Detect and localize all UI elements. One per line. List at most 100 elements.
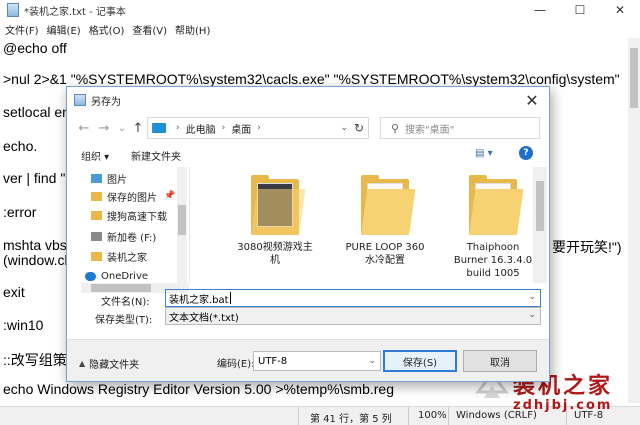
navigation-bar: ← → ⌄ ↑ › 此电脑 › 桌面 › ⌄ ↻ ⚲ 搜索"桌面" bbox=[67, 115, 549, 141]
hide-folders-label: 隐藏文件夹 bbox=[89, 360, 140, 371]
scrollbar-thumb[interactable] bbox=[91, 284, 151, 292]
folder-icon bbox=[91, 210, 102, 220]
pane-divider[interactable] bbox=[189, 167, 190, 283]
cloud-icon bbox=[85, 271, 96, 281]
encoding-select[interactable]: UTF-8 ⌄ bbox=[253, 351, 381, 371]
breadcrumb-this-pc[interactable]: 此电脑 bbox=[186, 121, 216, 136]
watermark-url: zdhjbj.com bbox=[513, 398, 613, 413]
text-line-fragment: 要开玩笑!") bbox=[552, 239, 622, 255]
dialog-app-icon bbox=[74, 94, 86, 106]
folder-icon bbox=[361, 175, 416, 235]
nav-item-zhuangjizhijia[interactable]: 装机之家 bbox=[91, 247, 147, 265]
file-item[interactable]: 3080视频游戏主机 bbox=[235, 175, 315, 267]
breadcrumb-desktop[interactable]: 桌面 bbox=[231, 121, 251, 136]
dialog-close-icon[interactable]: ✕ bbox=[521, 90, 543, 110]
nav-item-sogou-download[interactable]: 搜狗高速下载 bbox=[91, 206, 167, 224]
chevron-right-icon[interactable]: › bbox=[176, 123, 180, 133]
pictures-icon bbox=[91, 173, 102, 183]
nav-item-drive-f[interactable]: 新加卷 (F:) bbox=[91, 227, 156, 245]
nav-pane-scrollbar[interactable] bbox=[177, 167, 187, 283]
address-bar[interactable]: › 此电脑 › 桌面 › ⌄ ↻ bbox=[147, 117, 369, 139]
text-line: exit bbox=[3, 284, 25, 300]
text-caret bbox=[229, 292, 231, 304]
nav-item-label: 新加卷 (F:) bbox=[107, 232, 157, 244]
status-divider bbox=[298, 407, 299, 425]
folder-icon bbox=[469, 175, 524, 235]
search-placeholder: 搜索"桌面" bbox=[405, 124, 455, 136]
notepad-vertical-scrollbar[interactable] bbox=[628, 38, 640, 403]
dialog-title: 另存为 bbox=[91, 96, 121, 108]
file-list: 3080视频游戏主机 PURE LOOP 360水冷配置 Thaiphoon B… bbox=[191, 167, 533, 283]
text-line: ver | find " bbox=[3, 170, 66, 186]
save-as-dialog: 另存为 ✕ ← → ⌄ ↑ › 此电脑 › 桌面 › ⌄ ↻ ⚲ 搜索"桌面" … bbox=[66, 86, 550, 382]
scrollbar-thumb[interactable] bbox=[630, 48, 638, 108]
folder-icon bbox=[91, 191, 102, 201]
help-icon[interactable]: ? bbox=[519, 146, 533, 160]
maximize-button[interactable]: ☐ bbox=[560, 0, 600, 20]
chevron-down-icon[interactable]: ⌄ bbox=[368, 356, 376, 366]
text-line: echo Windows Registry Editor Version 5.0… bbox=[3, 381, 395, 397]
chevron-down-icon[interactable]: ⌄ bbox=[528, 310, 536, 320]
text-line: mshta vbsc bbox=[3, 237, 74, 253]
view-options-icon[interactable]: ▤ ▾ bbox=[475, 148, 493, 159]
chevron-right-icon[interactable]: › bbox=[222, 123, 226, 133]
forward-arrow-icon[interactable]: → bbox=[95, 118, 113, 138]
navigation-pane: 图片 保存的图片 📌 搜狗高速下载 新加卷 (F:) 装机之家 OneDrive bbox=[81, 167, 189, 283]
chevron-down-icon[interactable]: ⌄ bbox=[528, 292, 536, 302]
new-folder-button[interactable]: 新建文件夹 bbox=[131, 148, 181, 163]
search-box[interactable]: ⚲ 搜索"桌面" bbox=[380, 117, 540, 139]
nav-item-label: OneDrive bbox=[101, 270, 149, 282]
file-item[interactable]: Thaiphoon Burner 16.3.4.0 build 1005 bbox=[453, 175, 533, 280]
menu-format[interactable]: 格式(O) bbox=[89, 22, 125, 37]
file-name: 3080视频游戏主机 bbox=[237, 242, 313, 266]
text-line: (window.cl bbox=[3, 252, 68, 268]
refresh-icon[interactable]: ↻ bbox=[354, 121, 364, 135]
folder-icon bbox=[91, 251, 102, 261]
filetype-value: 文本文档(*.txt) bbox=[169, 312, 239, 324]
menu-file[interactable]: 文件(F) bbox=[5, 22, 39, 37]
status-position: 第 41 行，第 5 列 bbox=[310, 414, 392, 425]
filename-value: 装机之家.bat bbox=[169, 294, 229, 306]
text-line: setlocal en bbox=[3, 104, 70, 120]
organize-button[interactable]: 组织 ▾ bbox=[81, 148, 109, 163]
dialog-toolbar: 组织 ▾ 新建文件夹 ▤ ▾ ? bbox=[67, 143, 549, 165]
notepad-menubar: 文件(F) 编辑(E) 格式(O) 查看(V) 帮助(H) bbox=[0, 20, 640, 38]
file-list-scrollbar[interactable] bbox=[533, 167, 547, 283]
up-arrow-icon[interactable]: ↑ bbox=[129, 118, 147, 138]
nav-item-saved-pictures[interactable]: 保存的图片 📌 bbox=[91, 187, 175, 205]
file-item[interactable]: PURE LOOP 360水冷配置 bbox=[345, 175, 425, 267]
notepad-titlebar: *装机之家.txt - 记事本 — ☐ ✕ bbox=[0, 0, 640, 20]
status-divider bbox=[448, 407, 449, 425]
file-name: PURE LOOP 360水冷配置 bbox=[345, 242, 425, 266]
filetype-select[interactable]: 文本文档(*.txt) ⌄ bbox=[165, 307, 541, 325]
close-button[interactable]: ✕ bbox=[600, 0, 640, 20]
text-line: :error bbox=[3, 204, 37, 220]
scrollbar-thumb[interactable] bbox=[536, 181, 544, 231]
back-arrow-icon[interactable]: ← bbox=[75, 118, 93, 138]
menu-edit[interactable]: 编辑(E) bbox=[47, 22, 81, 37]
filename-input[interactable]: 装机之家.bat ⌄ bbox=[165, 289, 541, 307]
text-line: >nul 2>&1 "%SYSTEMROOT%\system32\cacls.e… bbox=[3, 71, 620, 87]
filename-label: 文件名(N): bbox=[101, 297, 150, 308]
scrollbar-thumb[interactable] bbox=[178, 205, 186, 235]
window-controls: — ☐ ✕ bbox=[520, 0, 640, 20]
menu-help[interactable]: 帮助(H) bbox=[175, 22, 210, 37]
nav-item-pictures[interactable]: 图片 bbox=[91, 169, 127, 187]
this-pc-icon bbox=[152, 123, 166, 133]
hide-folders-toggle[interactable]: ▲ 隐藏文件夹 bbox=[79, 356, 139, 371]
pin-icon[interactable]: 📌 bbox=[164, 191, 175, 201]
chevron-right-icon[interactable]: › bbox=[257, 123, 261, 133]
cancel-button[interactable]: 取消 bbox=[463, 350, 537, 372]
collapse-arrow-icon: ▲ bbox=[79, 359, 86, 368]
nav-item-label: 搜狗高速下载 bbox=[107, 211, 167, 223]
notepad-icon bbox=[7, 3, 19, 17]
save-button[interactable]: 保存(S) bbox=[383, 350, 457, 372]
nav-item-onedrive[interactable]: OneDrive bbox=[85, 267, 148, 283]
notepad-title: *装机之家.txt - 记事本 bbox=[24, 6, 126, 18]
folder-icon bbox=[251, 175, 306, 235]
nav-item-label: 装机之家 bbox=[107, 252, 147, 264]
address-dropdown-icon[interactable]: ⌄ bbox=[340, 123, 348, 133]
dialog-titlebar: 另存为 ✕ bbox=[67, 87, 549, 113]
minimize-button[interactable]: — bbox=[520, 0, 560, 20]
menu-view[interactable]: 查看(V) bbox=[132, 22, 167, 37]
